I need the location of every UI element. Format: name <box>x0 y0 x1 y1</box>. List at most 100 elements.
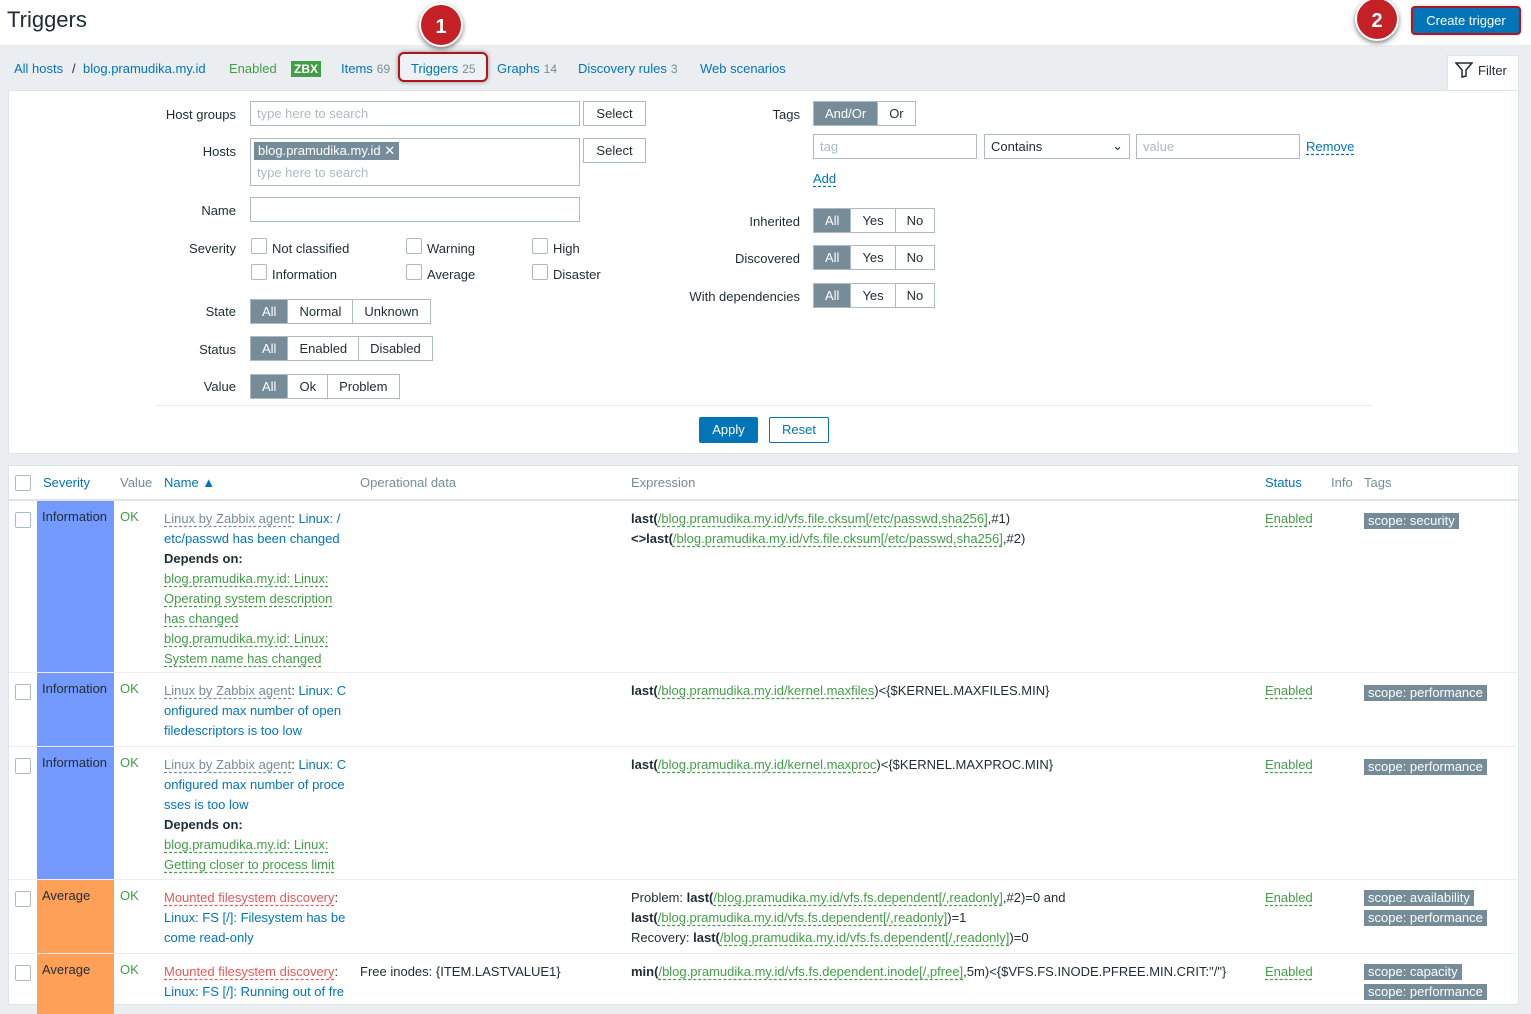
deps-no[interactable]: No <box>896 284 935 307</box>
status-link[interactable]: Enabled <box>1265 755 1313 775</box>
dependency-link[interactable]: has changed <box>164 611 238 626</box>
tag-operator-select[interactable]: Contains ⌄ <box>984 134 1130 159</box>
status-enabled[interactable]: Enabled <box>288 337 360 360</box>
state-all[interactable]: All <box>251 300 289 323</box>
trigger-link-a[interactable]: Linux: C <box>298 683 346 698</box>
row-checkbox[interactable] <box>15 891 31 907</box>
row-checkbox[interactable] <box>15 512 31 528</box>
severity-cell: Information <box>37 747 114 879</box>
expr-recovery-label: Recovery: <box>631 930 694 945</box>
col-severity[interactable]: Severity <box>43 475 90 490</box>
status-link[interactable]: Enabled <box>1265 962 1313 982</box>
status-link[interactable]: Enabled <box>1265 509 1313 529</box>
severity-cell: Information <box>37 501 114 673</box>
discovered-no[interactable]: No <box>896 246 935 269</box>
chip-remove-icon[interactable]: ✕ <box>384 143 395 158</box>
host-groups-input[interactable]: type here to search <box>250 101 580 126</box>
inherited-no[interactable]: No <box>896 209 935 232</box>
trigger-link-a[interactable]: Linux: C <box>298 757 346 772</box>
tag-op-andor[interactable]: And/Or <box>814 102 879 125</box>
value-problem[interactable]: Problem <box>328 375 398 398</box>
template-link[interactable]: Linux by Zabbix agent <box>164 511 291 526</box>
status-disabled[interactable]: Disabled <box>359 337 432 360</box>
dependency-link[interactable]: blog.pramudika.my.id: Linux: <box>164 631 329 646</box>
trigger-link-b[interactable]: Linux: FS [/]: Running out of fre <box>164 984 344 999</box>
trigger-link-b[interactable]: etc/passwd has been changed <box>164 531 340 546</box>
sev-average-checkbox[interactable] <box>406 264 422 280</box>
nav-triggers-link[interactable]: Triggers 25 <box>411 61 476 76</box>
tag-value-input[interactable]: value <box>1136 134 1300 159</box>
select-all-checkbox[interactable] <box>15 475 31 491</box>
dependency-link[interactable]: System name has changed <box>164 651 322 666</box>
tag-remove-link[interactable]: Remove <box>1306 139 1354 154</box>
status-link[interactable]: Enabled <box>1265 888 1313 908</box>
expr-item-link[interactable]: /blog.pramudika.my.id/vfs.fs.dependent[/… <box>658 910 948 925</box>
name-input[interactable] <box>250 197 580 222</box>
trigger-link-c[interactable]: come read-only <box>164 930 254 945</box>
dependency-link[interactable]: blog.pramudika.my.id: Linux: <box>164 837 329 852</box>
dependency-link[interactable]: blog.pramudika.my.id: Linux: <box>164 571 329 586</box>
sev-warning-checkbox[interactable] <box>406 238 422 254</box>
trigger-link-c[interactable]: sses is too low <box>164 797 249 812</box>
tags-cell: scope: availability scope: performance <box>1364 890 1487 930</box>
status-link[interactable]: Enabled <box>1265 681 1313 701</box>
nav-web-link[interactable]: Web scenarios <box>700 61 786 76</box>
trigger-link-b[interactable]: Linux: FS [/]: Filesystem has be <box>164 910 345 925</box>
hosts-search-input[interactable]: type here to search <box>257 165 368 180</box>
sev-not-classified-checkbox[interactable] <box>251 238 267 254</box>
expr-item-link[interactable]: /blog.pramudika.my.id/vfs.file.cksum[/et… <box>673 531 1003 546</box>
discovery-rule-link[interactable]: Mounted filesystem discovery <box>164 964 335 979</box>
expr-item-link[interactable]: /blog.pramudika.my.id/vfs.fs.dependent[/… <box>720 930 1010 945</box>
nav-discovery-link[interactable]: Discovery rules 3 <box>578 61 678 76</box>
col-status[interactable]: Status <box>1265 475 1302 490</box>
trigger-link-b[interactable]: onfigured max number of proce <box>164 777 345 792</box>
create-trigger-button[interactable]: Create trigger <box>1413 8 1519 33</box>
sev-information-checkbox[interactable] <box>251 264 267 280</box>
expr-item-link[interactable]: /blog.pramudika.my.id/vfs.file.cksum[/et… <box>658 511 988 526</box>
expr-item-link[interactable]: /blog.pramudika.my.id/kernel.maxproc <box>658 757 877 772</box>
row-checkbox[interactable] <box>15 965 31 981</box>
inherited-yes[interactable]: Yes <box>851 209 896 232</box>
expr-item-link[interactable]: /blog.pramudika.my.id/vfs.fs.dependent.i… <box>658 964 963 979</box>
filter-tab[interactable]: Filter <box>1447 55 1519 91</box>
trigger-link-a[interactable]: Linux: / <box>298 511 340 526</box>
host-link[interactable]: blog.pramudika.my.id <box>83 61 206 76</box>
col-name[interactable]: Name ▲ <box>164 475 215 490</box>
tag-name-input[interactable]: tag <box>813 134 977 159</box>
sev-high-checkbox[interactable] <box>532 238 548 254</box>
hosts-select-button[interactable]: Select <box>583 138 646 163</box>
template-link[interactable]: Linux by Zabbix agent <box>164 757 291 772</box>
trigger-link-b[interactable]: onfigured max number of open <box>164 703 341 718</box>
deps-all[interactable]: All <box>814 284 852 307</box>
trigger-link-c[interactable]: filedescriptors is too low <box>164 723 302 738</box>
host-status-enabled[interactable]: Enabled <box>229 61 277 76</box>
discovery-rule-link[interactable]: Mounted filesystem discovery <box>164 890 335 905</box>
host-groups-select-button[interactable]: Select <box>583 101 646 126</box>
deps-yes[interactable]: Yes <box>851 284 896 307</box>
row-checkbox[interactable] <box>15 758 31 774</box>
tag-op-or[interactable]: Or <box>878 102 914 125</box>
dependency-link[interactable]: Operating system description <box>164 591 332 606</box>
value-all[interactable]: All <box>251 375 289 398</box>
dependency-link[interactable]: Getting closer to process limit <box>164 857 335 872</box>
sev-disaster-checkbox[interactable] <box>532 264 548 280</box>
row-checkbox[interactable] <box>15 684 31 700</box>
apply-button[interactable]: Apply <box>699 417 758 443</box>
hosts-multiselect[interactable]: blog.pramudika.my.id ✕ type here to sear… <box>250 138 580 186</box>
value-ok[interactable]: Ok <box>288 375 329 398</box>
state-unknown[interactable]: Unknown <box>353 300 429 323</box>
discovered-all[interactable]: All <box>814 246 852 269</box>
template-link[interactable]: Linux by Zabbix agent <box>164 683 291 698</box>
discovered-yes[interactable]: Yes <box>851 246 896 269</box>
nav-items-link[interactable]: Items 69 <box>341 61 390 76</box>
expr-item-link[interactable]: /blog.pramudika.my.id/vfs.fs.dependent[/… <box>713 890 1003 905</box>
expr-item-link[interactable]: /blog.pramudika.my.id/kernel.maxfiles <box>658 683 875 698</box>
inherited-all[interactable]: All <box>814 209 852 232</box>
nav-graphs-link[interactable]: Graphs 14 <box>497 61 557 76</box>
all-hosts-link[interactable]: All hosts <box>14 61 63 76</box>
status-all[interactable]: All <box>251 337 289 360</box>
state-normal[interactable]: Normal <box>288 300 354 323</box>
tag-add-link[interactable]: Add <box>813 171 836 186</box>
depends-on-label: Depends on: <box>164 817 243 832</box>
reset-button[interactable]: Reset <box>769 417 829 443</box>
